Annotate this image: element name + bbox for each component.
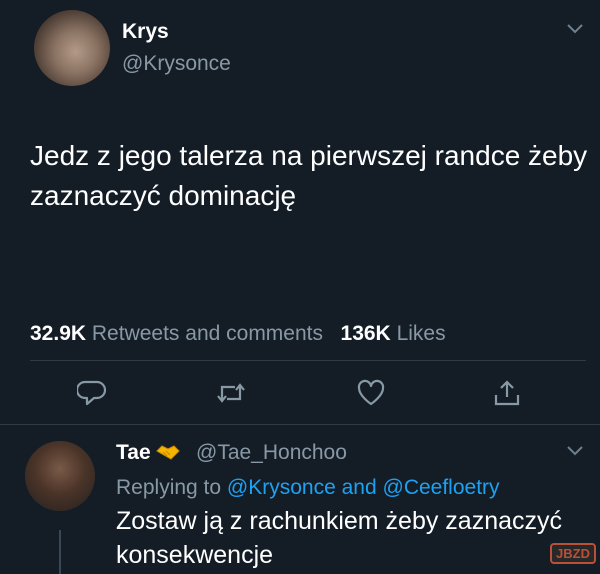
watermark-logo: JBZD <box>550 543 596 564</box>
retweet-icon[interactable] <box>216 378 246 408</box>
likes-label[interactable]: Likes <box>397 322 446 345</box>
retweets-label[interactable]: Retweets and comments <box>92 322 323 345</box>
reply-author-name-text[interactable]: Tae <box>116 441 151 464</box>
reply-author-handle[interactable]: @Tae_Honchoo <box>196 441 347 465</box>
author-name[interactable]: Krys <box>122 20 169 44</box>
author-handle[interactable]: @Krysonce <box>122 52 231 76</box>
chevron-down-icon[interactable] <box>566 444 584 462</box>
and-text[interactable]: and <box>342 476 377 499</box>
author-avatar[interactable] <box>34 10 110 86</box>
retweets-count[interactable]: 32.9K <box>30 322 86 345</box>
chevron-down-icon[interactable] <box>566 22 584 40</box>
replying-to: Replying to @Krysonce and @Ceefloetry <box>116 476 500 500</box>
mention-link[interactable]: @Ceefloetry <box>383 476 500 499</box>
divider <box>30 360 586 361</box>
divider <box>0 424 600 425</box>
mention-link[interactable]: @Krysonce <box>227 476 336 499</box>
replying-to-prefix: Replying to <box>116 476 222 499</box>
reply-icon[interactable] <box>75 378 107 408</box>
heart-icon[interactable] <box>356 378 386 408</box>
tweet-text: Jedz z jego talerza na pierwszej randce … <box>30 140 588 211</box>
thread-line <box>59 530 61 574</box>
reply-text: Zostaw ją z rachunkiem żeby zaznaczyć ko… <box>116 507 563 569</box>
share-icon[interactable] <box>492 378 522 408</box>
likes-count[interactable]: 136K <box>341 322 391 345</box>
reply-author-avatar[interactable] <box>25 441 95 511</box>
handshake-icon <box>151 441 181 464</box>
reply-author-name[interactable]: Tae <box>116 441 181 465</box>
tweet-stats: 32.9K Retweets and comments 136K Likes <box>30 322 446 346</box>
